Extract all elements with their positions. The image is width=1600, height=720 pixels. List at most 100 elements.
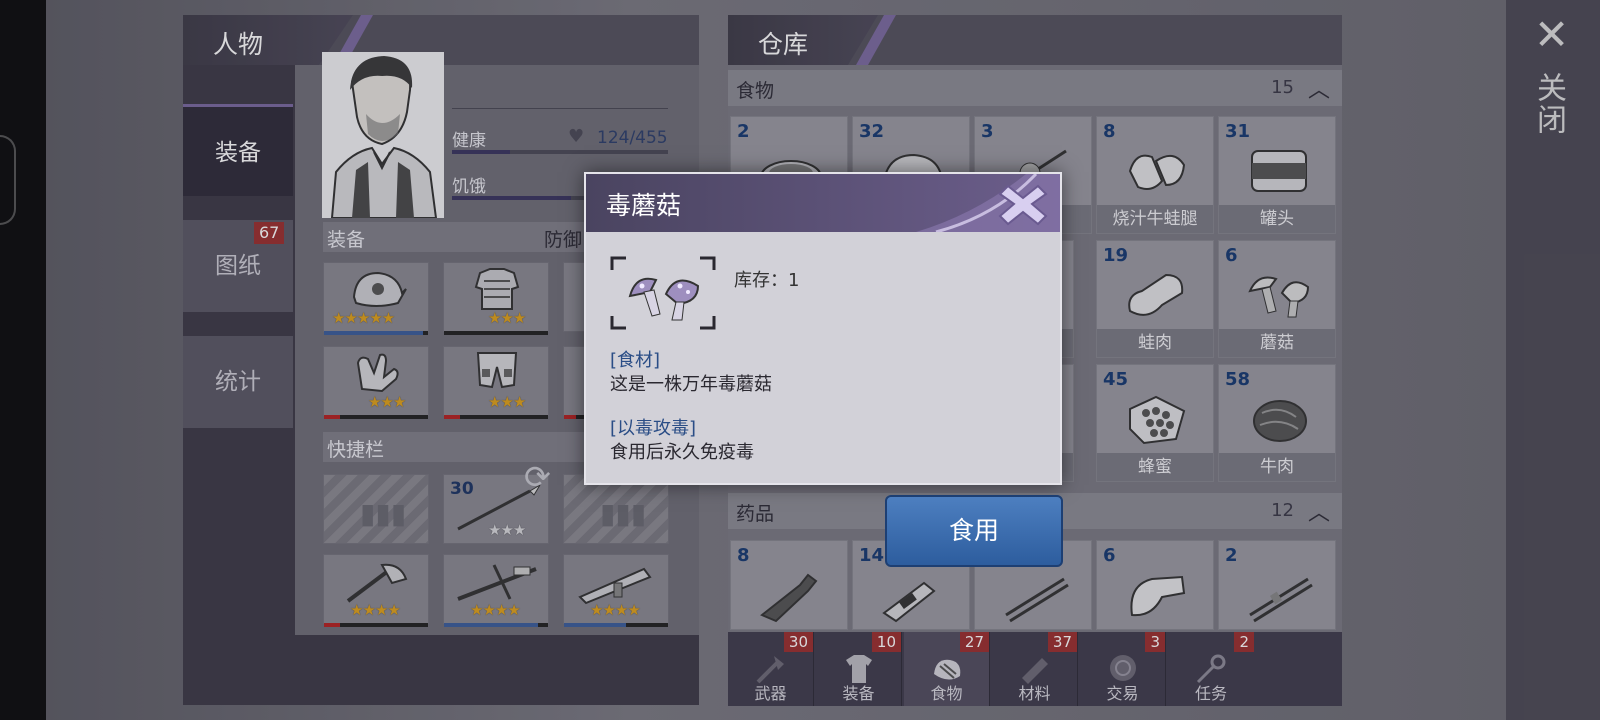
tab-label: 武器: [754, 684, 787, 703]
food-category-name: 食物: [736, 80, 775, 102]
frog-meat-icon: [1128, 273, 1184, 316]
item-qty: 8: [737, 545, 750, 566]
splint-icon: [1249, 577, 1313, 623]
medicine-category-count: 12: [1271, 500, 1294, 521]
mushroom-icon: [1248, 276, 1310, 318]
item-label: 牛肉: [1219, 453, 1335, 481]
quickbar-stars: ★★★: [488, 521, 526, 539]
item-qty: 45: [1103, 369, 1129, 390]
chevron-up-icon[interactable]: ︿: [1308, 495, 1330, 527]
defense-label: 防御: [544, 229, 583, 251]
quickbar-stars: ★★★★: [350, 601, 401, 619]
tab-equipment[interactable]: 装备: [183, 104, 293, 196]
equip-slot-armor[interactable]: ★★★: [443, 262, 549, 335]
durability-fill: [324, 331, 423, 335]
durability-fill: [564, 415, 576, 419]
tab-label: 任务: [1194, 684, 1227, 703]
equip-slot-stars: ★★★: [488, 393, 526, 411]
tab-statistics[interactable]: 统计: [183, 336, 293, 428]
equip-slot-gloves[interactable]: ★★★: [323, 346, 429, 419]
durability-fill: [444, 623, 538, 627]
food-item[interactable]: 58 牛肉: [1218, 364, 1336, 482]
tab-trade[interactable]: 3 交易: [1080, 632, 1166, 706]
item-qty: 8: [1103, 121, 1116, 142]
item-qty: 6: [1225, 245, 1238, 266]
item-label: 蛙肉: [1097, 329, 1213, 357]
equip-slot-helmet[interactable]: ★★★★★: [323, 262, 429, 335]
health-bar-fill: [452, 150, 511, 154]
tab-materials[interactable]: 37 材料: [992, 632, 1078, 706]
armor-icon: [474, 268, 520, 310]
item-tag-effect: [以毒攻毒]: [610, 418, 697, 439]
tab-quests[interactable]: 2 任务: [1168, 632, 1254, 706]
close-icon[interactable]: [990, 178, 1056, 230]
durability-fill: [444, 415, 460, 419]
equipment-title: 装备: [327, 229, 366, 251]
durability-bar: [444, 415, 548, 419]
durability-bar: [564, 623, 668, 627]
food-item[interactable]: 19 蛙肉: [1096, 240, 1214, 358]
bandage-icon: [1130, 575, 1186, 617]
tab-food[interactable]: 27 食物: [904, 632, 990, 706]
tab-weapons[interactable]: 30 武器: [728, 632, 814, 706]
food-item[interactable]: 45 蜂蜜: [1096, 364, 1214, 482]
crossbow-icon: [457, 564, 537, 601]
medicine-item[interactable]: 2: [1218, 540, 1336, 630]
swap-icon[interactable]: ⟳: [524, 458, 551, 496]
bottle-icon: [760, 573, 818, 623]
durability-fill: [444, 331, 548, 335]
eat-button[interactable]: 食用: [885, 495, 1063, 567]
honeycomb-icon: [1129, 395, 1186, 445]
tab-badge: 10: [871, 632, 901, 652]
ammo-icon: ▮▮▮: [600, 497, 647, 530]
food-category-bar[interactable]: 食物 15 ︿: [728, 70, 1342, 106]
hunger-bar-fill: [452, 196, 571, 200]
health-bar: [452, 150, 668, 154]
item-qty: 58: [1225, 369, 1251, 390]
frog-legs-icon: [1128, 154, 1186, 190]
quickbar-stars: ★★★★: [470, 601, 521, 619]
gloves-icon: [356, 353, 399, 393]
item-stock: 库存：1: [734, 270, 800, 291]
quickbar-stars: ★★★★: [590, 601, 641, 619]
tab-label: 食物: [930, 684, 963, 703]
equip-slot-partial[interactable]: [563, 262, 585, 332]
medicine-item[interactable]: 8: [730, 540, 848, 630]
durability-fill: [324, 415, 340, 419]
food-item[interactable]: 31 罐头: [1218, 116, 1336, 234]
item-qty: 32: [859, 121, 885, 142]
tab-equipment-storage[interactable]: 10 装备: [816, 632, 902, 706]
beef-icon: [1253, 400, 1307, 442]
tab-badge: 2: [1234, 632, 1254, 652]
dialog-body: 库存：1 [食材] 这是一株万年毒蘑菇 [以毒攻毒] 食用后永久免疫毒: [586, 232, 1060, 483]
tab-badge: 27: [959, 632, 989, 652]
item-qty: 19: [1103, 245, 1129, 266]
quickbar-slot-launcher[interactable]: ★★★★: [563, 554, 669, 627]
close-icon[interactable]: ✕: [1534, 14, 1569, 56]
health-label: 健康: [452, 131, 486, 151]
item-qty: 6: [1103, 545, 1116, 566]
durability-bar: [444, 331, 548, 335]
ammo-icon: ▮▮▮: [360, 497, 407, 530]
quickbar-slot-locked[interactable]: ▮▮▮: [323, 474, 429, 544]
equip-slot-pants[interactable]: ★★★: [443, 346, 549, 419]
food-category-count: 15: [1271, 77, 1294, 98]
quickbar-slot-crossbow[interactable]: ★★★★: [443, 554, 549, 627]
poison-mushroom-icon: [628, 277, 700, 321]
close-label[interactable]: 关闭: [1531, 72, 1570, 136]
hunger-label: 饥饿: [452, 177, 486, 197]
durability-bar: [324, 415, 428, 419]
notch-outline: [0, 135, 16, 225]
item-tag-ingredient: [食材]: [610, 350, 661, 371]
equip-slot-partial[interactable]: [563, 346, 585, 419]
food-item[interactable]: 6 蘑菇: [1218, 240, 1336, 358]
quickbar-slot-axe[interactable]: ★★★★: [323, 554, 429, 627]
medicine-item[interactable]: 6: [1096, 540, 1214, 630]
food-item[interactable]: 8 烧汁牛蛙腿: [1096, 116, 1214, 234]
heart-icon: ♥: [568, 126, 585, 147]
item-qty: 2: [737, 121, 750, 142]
pill-bottle-icon: [882, 581, 936, 623]
item-detail-dialog: 毒蘑菇 库存：1 [食材] 这是一株万年毒蘑菇 [以毒攻毒] 食用后永久免疫毒: [584, 172, 1062, 485]
chevron-up-icon[interactable]: ︿: [1308, 72, 1330, 104]
splint-icon: [1005, 577, 1069, 623]
